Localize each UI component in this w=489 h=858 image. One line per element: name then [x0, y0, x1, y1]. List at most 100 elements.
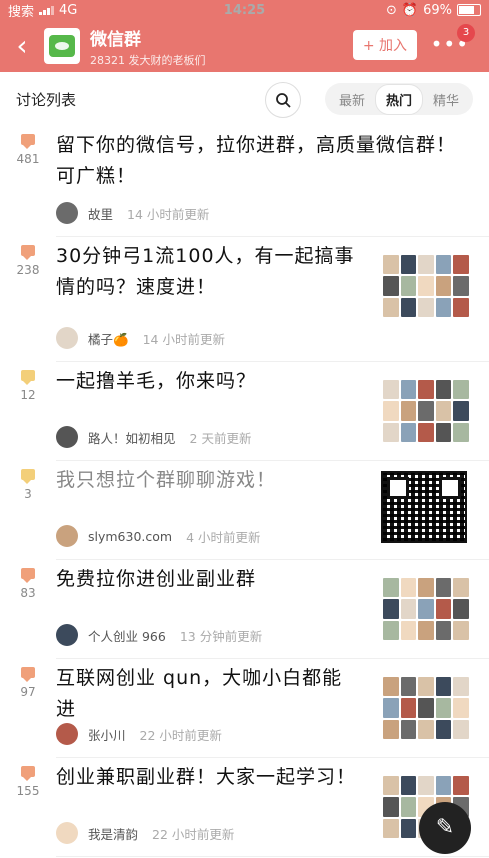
thumbnail-tile: [453, 599, 469, 619]
thumbnail-tile: [400, 380, 417, 400]
post-meta: 路人！如初相见 2 天前更新: [56, 426, 251, 448]
qr-code-image[interactable]: [381, 471, 467, 543]
post-item[interactable]: 3 我只想拉个群聊聊游戏！ slym630.com 4 小时前更新: [21, 461, 489, 560]
thumbnail-tile: [383, 620, 399, 640]
post-time: 22 小时前更新: [139, 727, 222, 743]
reply-count: 97: [20, 685, 36, 699]
compose-button[interactable]: ✎: [419, 802, 471, 854]
thumbnail-tile: [383, 719, 399, 739]
reply-count: 83: [20, 586, 36, 600]
thumbnail-tile: [453, 401, 469, 421]
avatar[interactable]: [56, 202, 78, 224]
post-thumbnail[interactable]: [383, 578, 469, 640]
thumbnail-tile: [435, 401, 452, 421]
thumbnail-tile: [418, 599, 434, 619]
post-item[interactable]: 97 互联网创业 qun，大咖小白都能进 张小川 22 小时前更新: [20, 659, 489, 758]
post-reply-count: 3: [0, 469, 56, 501]
comment-bubble-icon: [21, 370, 35, 385]
post-time: 13 分钟前更新: [179, 628, 263, 644]
thumbnail-tile: [435, 380, 452, 400]
post-title[interactable]: 创业兼职副业群！大家一起学习！: [56, 762, 361, 793]
avatar[interactable]: [56, 723, 78, 745]
post-title[interactable]: 一起撸羊毛，你来吗？: [56, 366, 361, 397]
post-reply-count: 481: [0, 134, 56, 166]
post-author[interactable]: 故里: [88, 204, 113, 223]
thumbnail-tile: [400, 422, 417, 442]
thumbnail-tile: [435, 677, 452, 697]
thumbnail-tile: [383, 698, 399, 718]
search-icon: [276, 93, 291, 108]
post-list: 481 留下你的微信号，拉你进群，高质量微信群！可广糕！ 故里 14 小时前更新 238…: [0, 126, 489, 857]
thumbnail-tile: [400, 297, 417, 317]
thumbnail-tile: [435, 578, 452, 598]
post-title[interactable]: 免费拉你进创业副业群: [56, 564, 361, 595]
thumbnail-tile: [400, 719, 417, 739]
thumbnail-tile: [418, 422, 434, 442]
post-meta: 个人创业 966 13 分钟前更新: [56, 624, 262, 646]
thumbnail-tile: [418, 401, 434, 421]
thumbnail-tile: [418, 677, 434, 697]
tab-featured[interactable]: 精华: [423, 85, 469, 114]
thumbnail-tile: [435, 776, 452, 796]
post-item[interactable]: 481 留下你的微信号，拉你进群，高质量微信群！可广糕！ 故里 14 小时前更新: [17, 126, 489, 237]
post-meta: 张小川 22 小时前更新: [56, 723, 222, 745]
tab-latest[interactable]: 最新: [329, 85, 375, 114]
comment-bubble-icon: [21, 469, 35, 484]
group-title: 微信群: [90, 29, 141, 50]
thumbnail-tile: [418, 276, 434, 296]
post-title[interactable]: 我只想拉个群聊聊游戏！: [56, 465, 361, 496]
thumbnail-tile: [435, 698, 452, 718]
post-title[interactable]: 互联网创业 qun，大咖小白都能进: [56, 663, 361, 725]
thumbnail-tile: [383, 797, 399, 817]
avatar[interactable]: [56, 822, 78, 844]
thumbnail-tile: [383, 276, 399, 296]
avatar[interactable]: [56, 327, 78, 349]
comment-bubble-icon: [21, 134, 35, 149]
post-author[interactable]: 我是清韵: [88, 824, 138, 843]
thumbnail-tile: [400, 620, 417, 640]
post-reply-count: 155: [0, 766, 56, 798]
thumbnail-tile: [400, 818, 417, 838]
post-reply-count: 238: [0, 245, 56, 277]
thumbnail-tile: [400, 578, 417, 598]
comment-bubble-icon: [21, 568, 35, 583]
avatar[interactable]: [56, 426, 78, 448]
reply-count: 12: [20, 388, 36, 402]
avatar[interactable]: [56, 525, 78, 547]
thumbnail-tile: [400, 776, 417, 796]
thumbnail-tile: [453, 776, 469, 796]
thumbnail-tile: [383, 578, 399, 598]
post-time: 14 小时前更新: [142, 331, 225, 347]
thumbnail-tile: [383, 297, 399, 317]
join-button[interactable]: + 加入: [352, 30, 417, 60]
post-author[interactable]: 路人！如初相见: [88, 428, 176, 447]
avatar[interactable]: [56, 624, 78, 646]
header: 搜索 4G 14:25 ⊙ ⏰ 69% ‹ 微信群 28321 发大财的老板们 …: [0, 0, 489, 72]
thumbnail-tile: [453, 620, 469, 640]
post-author[interactable]: 橘子🍊: [88, 329, 129, 348]
thumbnail-tile: [418, 297, 434, 317]
thumbnail-tile: [435, 422, 452, 442]
post-author[interactable]: slym630.com: [88, 529, 172, 544]
post-item[interactable]: 12 一起撸羊毛，你来吗？ 路人！如初相见 2 天前更新: [20, 362, 489, 461]
search-button[interactable]: [265, 82, 301, 118]
group-avatar: [44, 28, 80, 64]
post-title[interactable]: 30分钟弓1流100人，有一起搞事情的吗？速度进！: [56, 241, 361, 303]
thumbnail-tile: [383, 422, 399, 442]
post-meta: 我是清韵 22 小时前更新: [56, 822, 234, 844]
back-icon[interactable]: ‹: [0, 20, 44, 72]
tab-hot[interactable]: 热门: [374, 83, 423, 115]
post-item[interactable]: 83 免费拉你进创业副业群个人创业 966 13 分钟前更新: [20, 560, 489, 659]
post-reply-count: 12: [0, 370, 56, 402]
post-meta: 故里 14 小时前更新: [56, 202, 209, 224]
post-thumbnail[interactable]: [383, 677, 469, 739]
thumbnail-tile: [418, 698, 434, 718]
post-author[interactable]: 张小川: [88, 725, 126, 744]
post-thumbnail[interactable]: [383, 380, 469, 442]
thumbnail-tile: [435, 255, 452, 275]
post-author[interactable]: 个人创业 966: [88, 626, 166, 645]
post-thumbnail[interactable]: [383, 255, 469, 317]
nav-bar: ‹ 微信群 28321 发大财的老板们 + 加入 ••• 3: [0, 20, 489, 72]
post-item[interactable]: 238 30分钟弓1流100人，有一起搞事情的吗？速度进！ 橘子🍊 14 小时前更新: [17, 237, 489, 362]
post-title[interactable]: 留下你的微信号，拉你进群，高质量微信群！可广糕！: [56, 130, 456, 192]
